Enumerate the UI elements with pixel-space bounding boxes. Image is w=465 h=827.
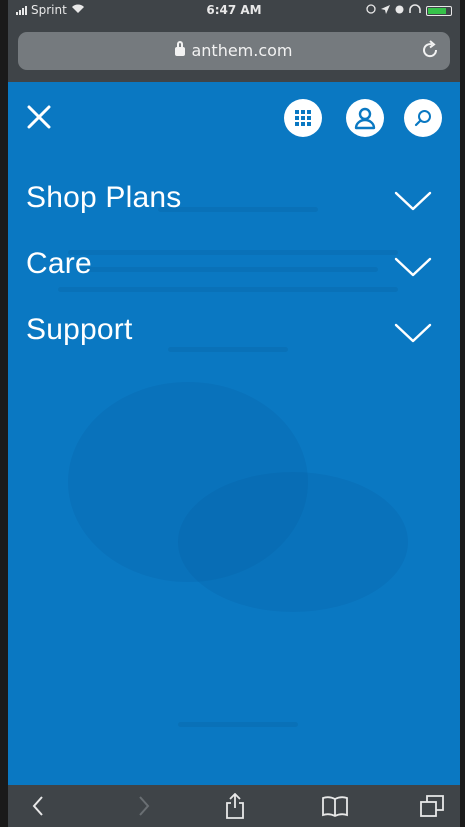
url-text: anthem.com (191, 41, 293, 60)
menu-item-support[interactable]: Support (8, 302, 460, 362)
share-icon (226, 793, 244, 819)
browser-chrome-top: anthem.com (8, 22, 460, 82)
address-bar[interactable]: anthem.com (18, 32, 450, 70)
headphones-icon (409, 4, 421, 17)
location-icon (381, 4, 390, 17)
tabs-button[interactable] (418, 793, 446, 819)
bookmarks-icon (322, 796, 348, 817)
forward-button[interactable] (132, 793, 156, 819)
chevron-down-icon (394, 257, 432, 277)
menu-item-care[interactable]: Care (8, 236, 460, 296)
apps-grid-icon (295, 110, 311, 126)
menu-item-label: Support (26, 313, 133, 346)
tabs-icon (420, 795, 444, 817)
lock-icon (175, 41, 186, 56)
forward-arrow-icon (139, 796, 150, 816)
alarm-icon (395, 5, 404, 17)
chevron-down-icon (394, 191, 432, 211)
rotation-lock-icon (366, 4, 376, 17)
address-display: anthem.com (18, 41, 450, 60)
menu-item-shop-plans[interactable]: Shop Plans (8, 170, 460, 230)
account-button[interactable] (346, 99, 384, 137)
bookmarks-button[interactable] (320, 793, 350, 819)
close-icon (27, 105, 51, 129)
apps-grid-button[interactable] (284, 99, 322, 137)
search-icon (414, 110, 431, 127)
chevron-down-icon (394, 323, 432, 343)
reload-icon[interactable] (420, 38, 440, 65)
status-bar: Sprint 6:47 AM (8, 0, 460, 22)
phone-screen: Sprint 6:47 AM anthem.com Shop Plans Car… (8, 0, 460, 827)
menu-item-label: Shop Plans (26, 181, 182, 214)
account-icon (354, 107, 376, 130)
browser-toolbar (8, 785, 460, 827)
status-right (366, 4, 452, 17)
close-menu-button[interactable] (26, 104, 52, 130)
search-button[interactable] (404, 99, 442, 137)
back-button[interactable] (26, 793, 50, 819)
navigation-menu-overlay: Shop Plans Care Support (8, 82, 460, 785)
back-arrow-icon (32, 796, 43, 816)
battery-icon (426, 5, 452, 16)
share-button[interactable] (223, 793, 247, 819)
menu-item-label: Care (26, 247, 92, 280)
